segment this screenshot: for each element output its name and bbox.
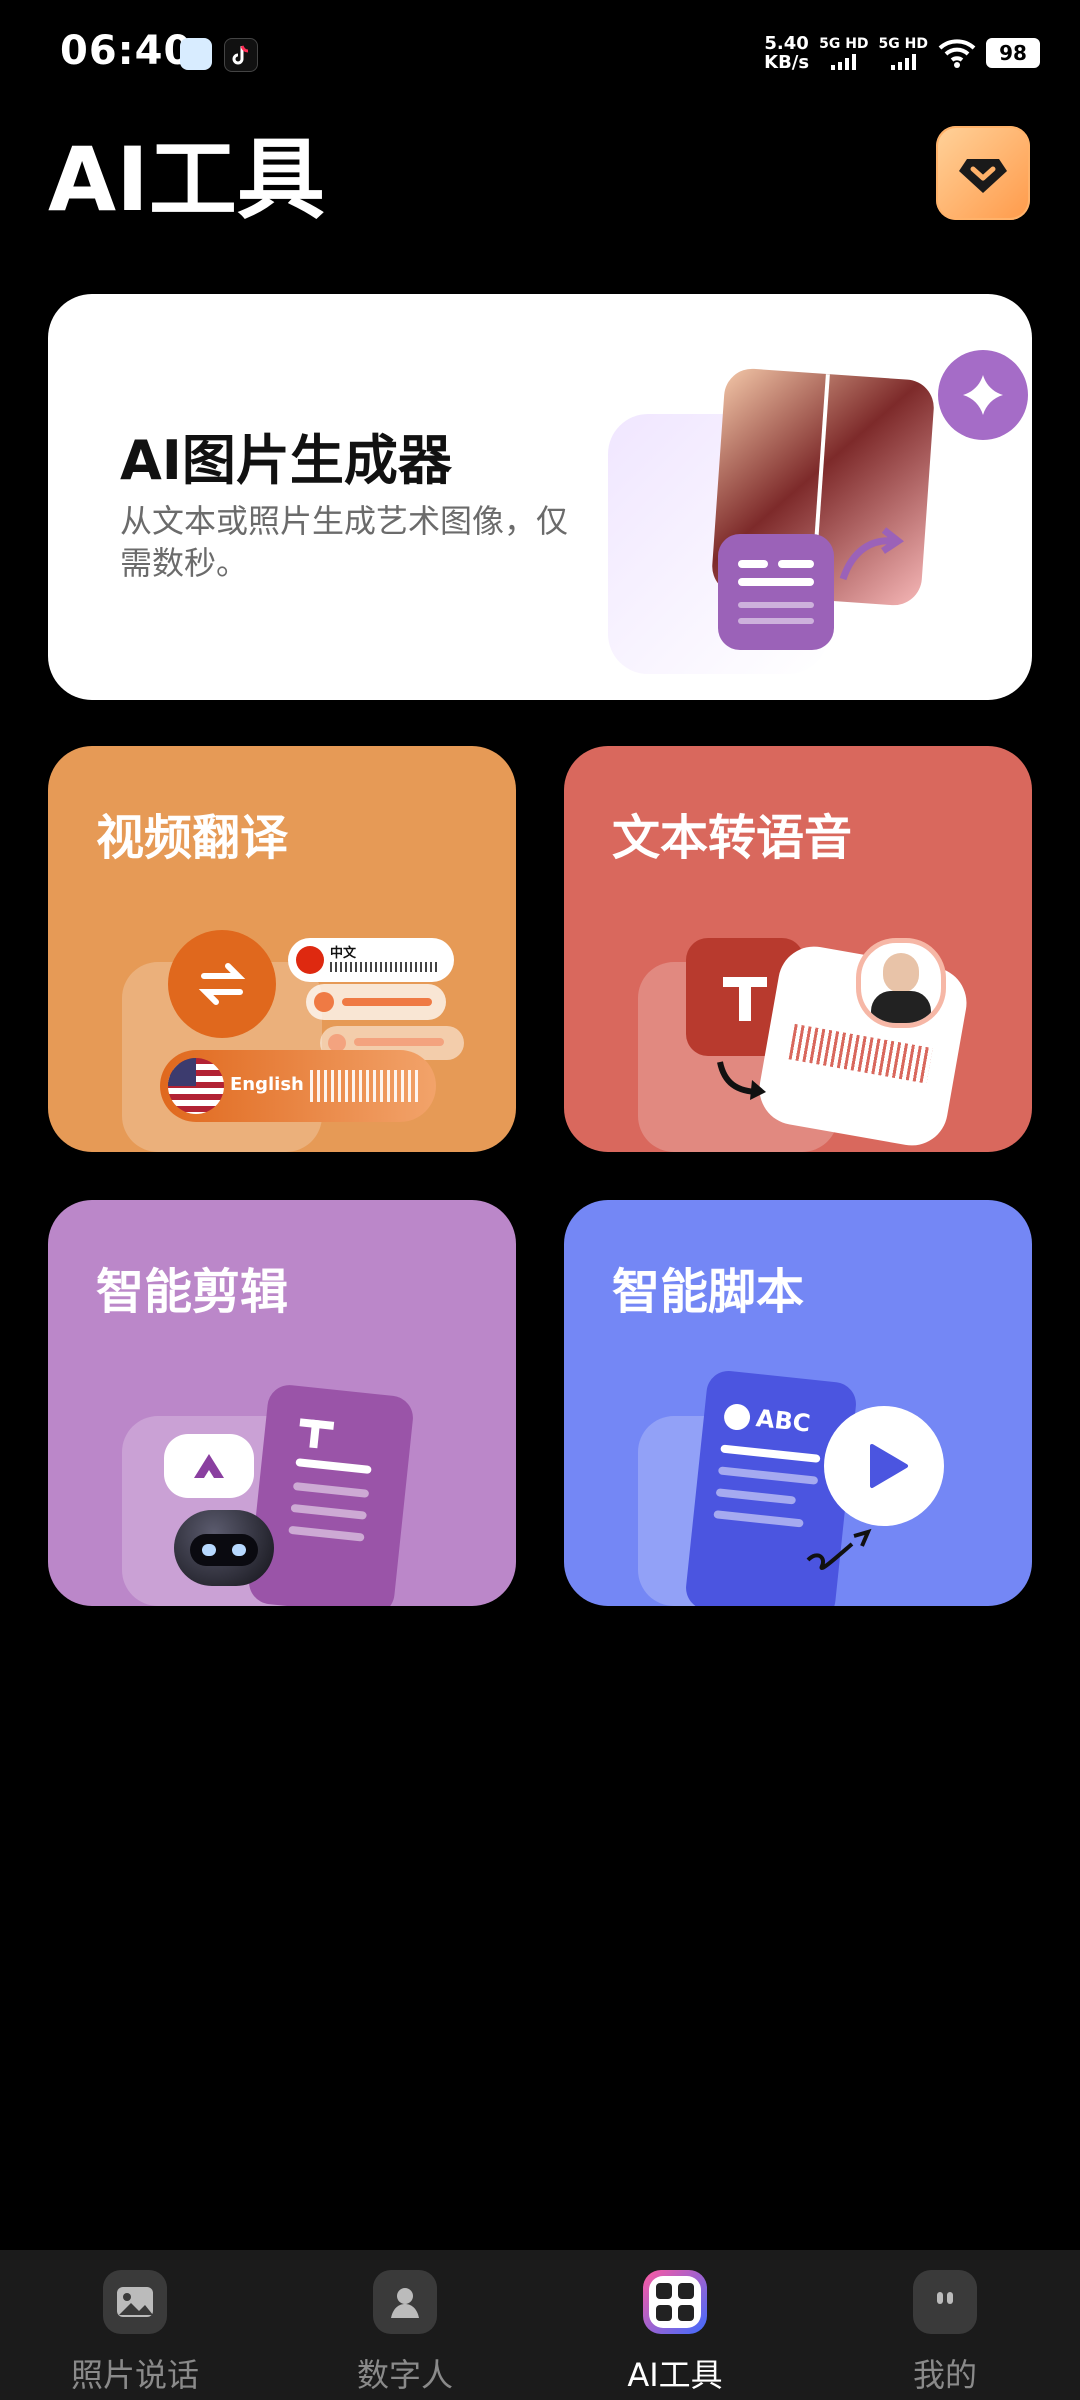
smart-script-card[interactable]: 智能脚本 ABC (564, 1200, 1032, 1606)
image-generator-illustration (608, 350, 1028, 700)
swirl-arrow-icon (806, 1528, 872, 1570)
status-indicators: 5.40 KB/s 5G HD 5G HD 98 (764, 34, 1040, 72)
play-icon (824, 1406, 944, 1526)
diamond-chevron-icon (959, 159, 1007, 193)
chat-bubble-icon (164, 1434, 254, 1498)
avatar-icon (373, 2270, 437, 2334)
chinese-voice-pill: 中文 (288, 938, 454, 982)
text-to-speech-card[interactable]: 文本转语音 (564, 746, 1032, 1152)
nav-item-photo-talk[interactable]: 照片说话 (0, 2250, 270, 2400)
notification-app-icon (180, 38, 212, 70)
sim1-signal-icon: 5G HD (819, 36, 869, 70)
nav-item-ai-tools[interactable]: AI工具 (540, 2250, 810, 2400)
card-title: AI图片生成器 (120, 429, 452, 492)
swap-icon (168, 930, 276, 1038)
nav-item-mine[interactable]: 我的 (810, 2250, 1080, 2400)
sim2-signal-icon: 5G HD (879, 36, 928, 70)
us-flag-icon (168, 1058, 224, 1114)
smart-edit-card[interactable]: 智能剪辑 (48, 1200, 516, 1606)
card-title: 智能脚本 (612, 1264, 805, 1320)
photo-icon (103, 2270, 167, 2334)
grid-icon (643, 2270, 707, 2334)
status-time: 06:40 (60, 28, 193, 74)
nav-item-digital-human[interactable]: 数字人 (270, 2250, 540, 2400)
lang-from-label: 中文 (330, 946, 357, 961)
card-title: 视频翻译 (96, 810, 289, 866)
script-panel (246, 1382, 416, 1606)
page-title: AI工具 (48, 128, 325, 231)
card-description: 从文本或照片生成艺术图像，仅需数秒。 (120, 502, 569, 582)
sparkle-badge-icon (938, 350, 1028, 440)
doc-label: ABC (754, 1404, 812, 1438)
english-voice-pill: English (160, 1050, 436, 1122)
vip-button[interactable] (936, 126, 1030, 220)
lang-to-label: English (230, 1074, 304, 1095)
profile-icon (913, 2270, 977, 2334)
card-title: 文本转语音 (612, 810, 853, 866)
wifi-icon (938, 39, 976, 68)
curved-arrow-icon (717, 1061, 766, 1100)
text-doc-icon (718, 534, 834, 650)
card-title: 智能剪辑 (96, 1264, 289, 1320)
bottom-nav: 照片说话 数字人 AI工具 我的 (0, 2250, 1080, 2400)
video-translate-card[interactable]: 视频翻译 中文 English (48, 746, 516, 1152)
voice-avatar (856, 938, 946, 1028)
tiktok-notification-icon (224, 38, 258, 72)
ai-image-generator-card[interactable]: AI图片生成器 从文本或照片生成艺术图像，仅需数秒。 (48, 294, 1032, 700)
robot-icon (174, 1510, 274, 1586)
arrow-icon (839, 527, 904, 581)
network-speed: 5.40 KB/s (764, 33, 810, 73)
battery-indicator: 98 (986, 38, 1040, 68)
